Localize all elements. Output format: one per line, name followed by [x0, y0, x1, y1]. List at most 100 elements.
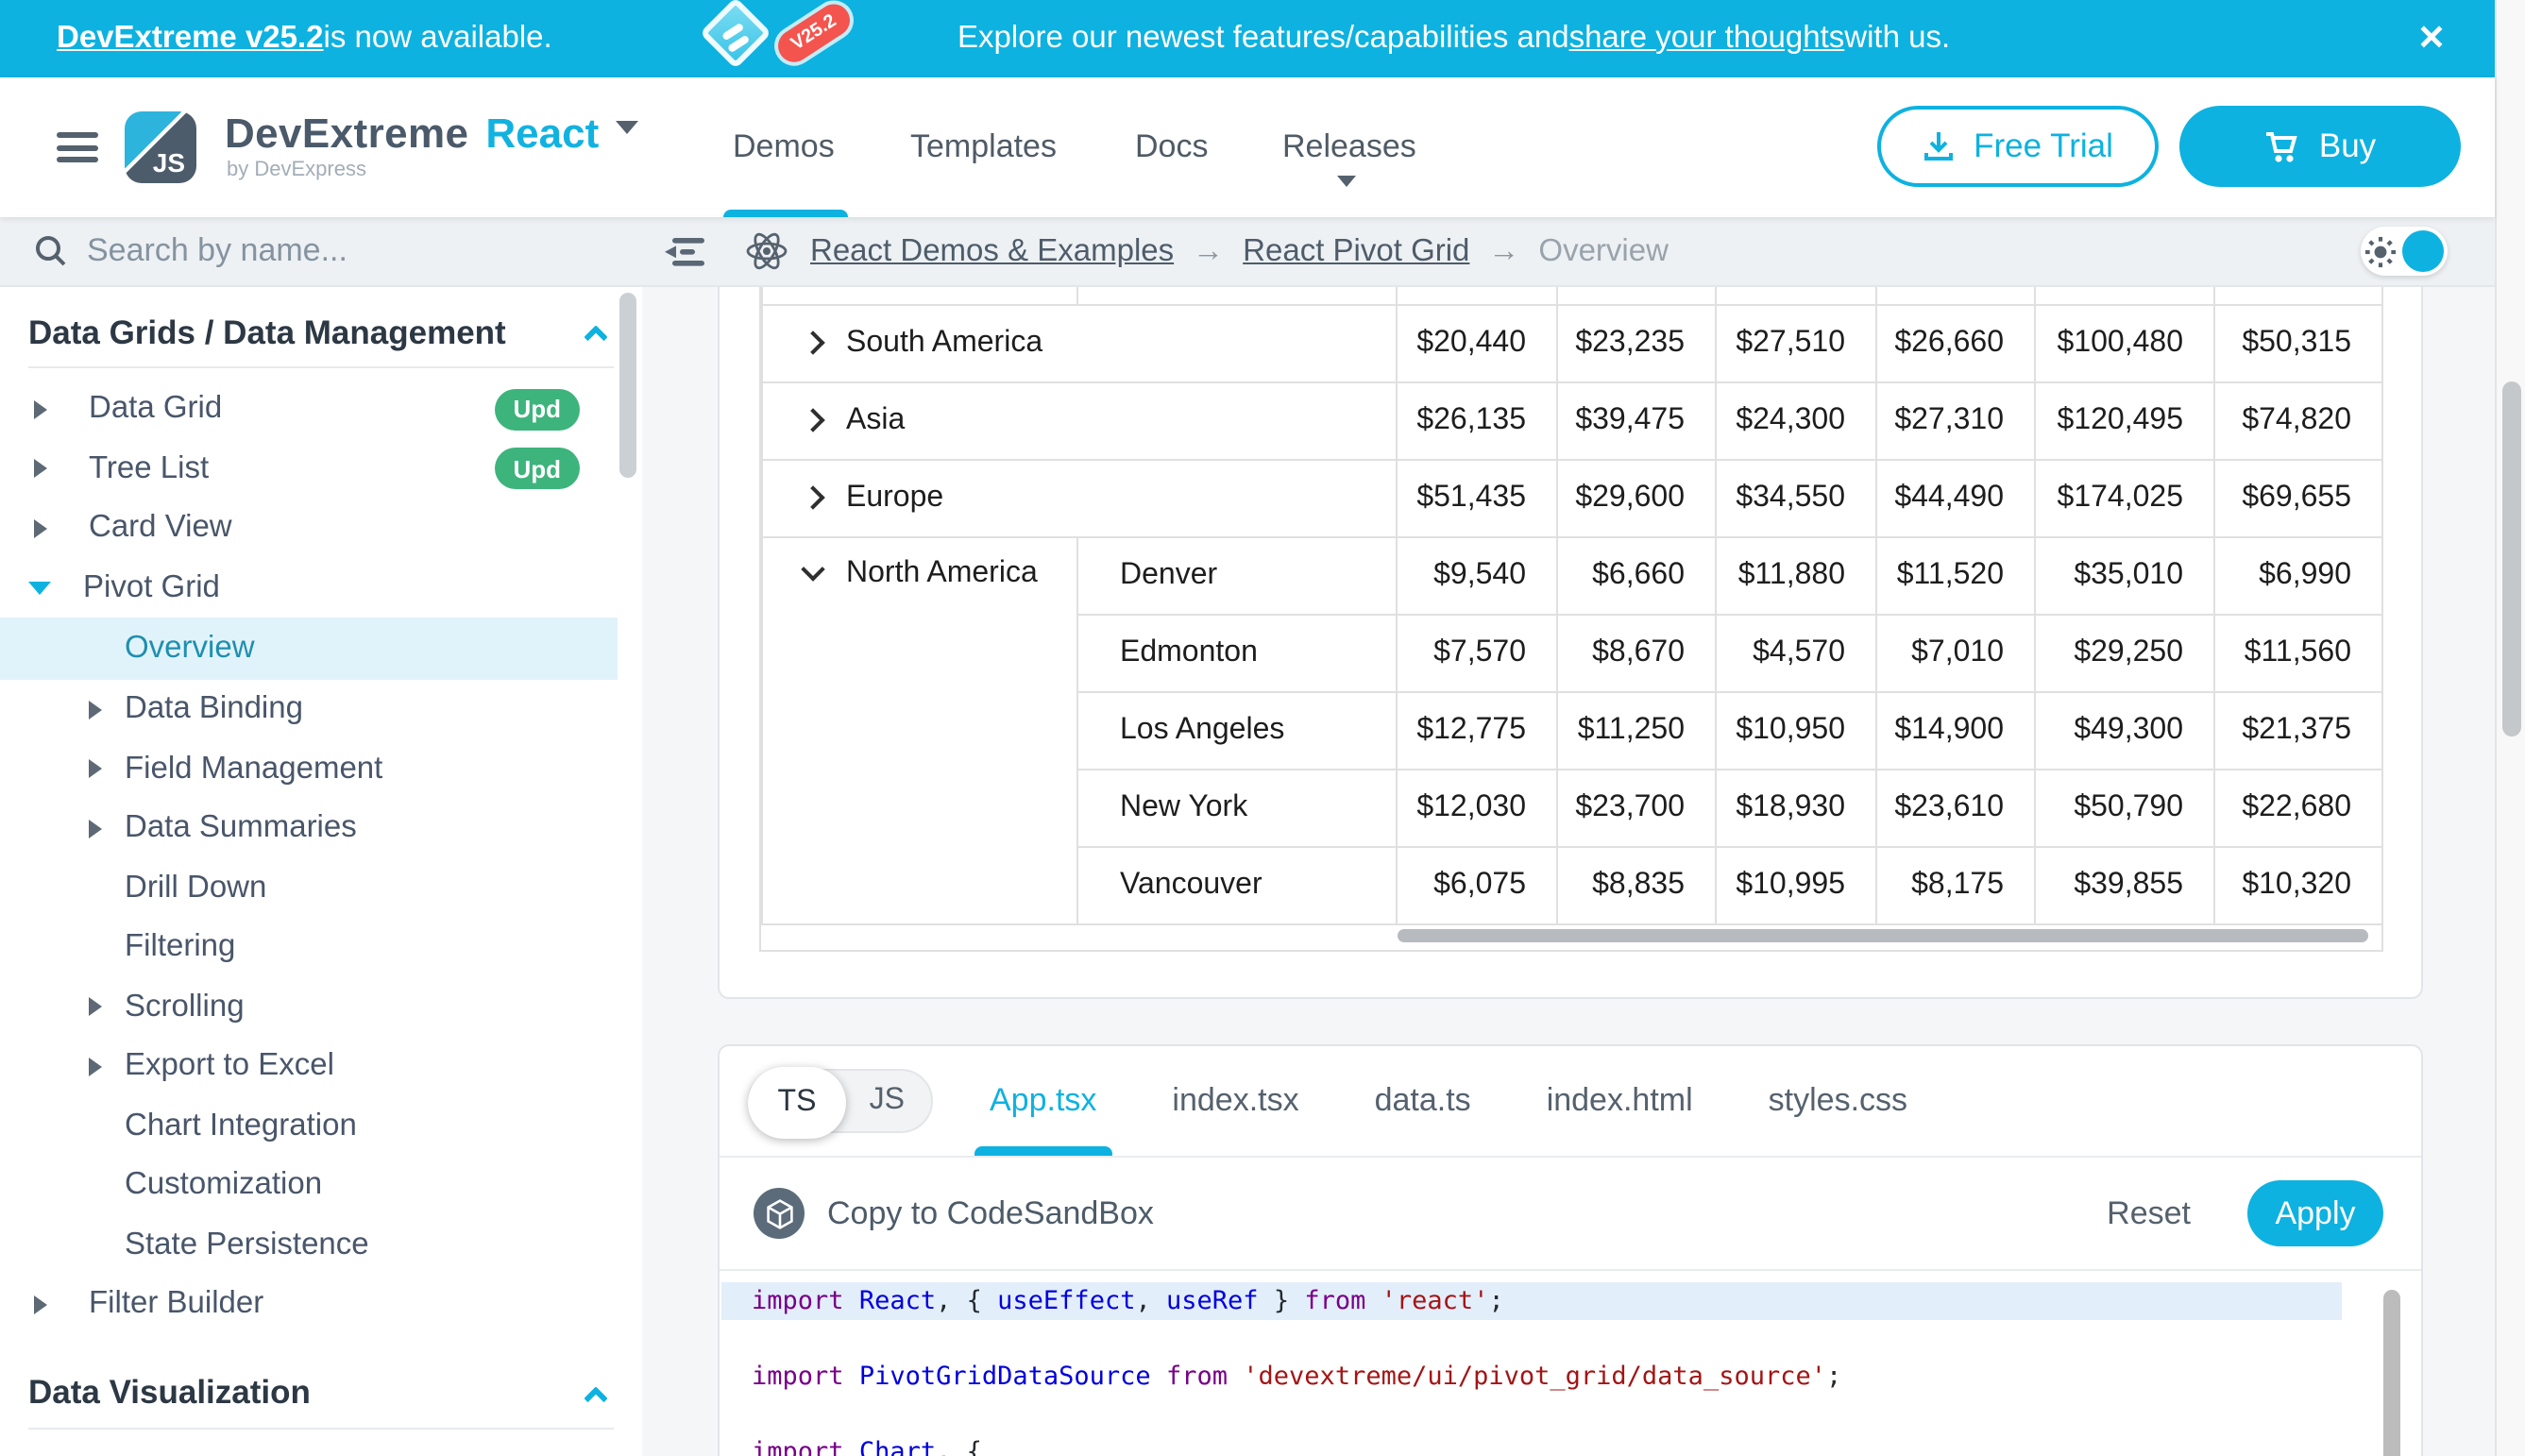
nav-demos[interactable]: Demos	[733, 77, 835, 217]
collapse-row-icon[interactable]	[801, 557, 824, 581]
code-line: import React, { useEffect, useRef } from…	[721, 1282, 2342, 1320]
expand-row-icon[interactable]	[801, 485, 824, 509]
search-input[interactable]	[87, 232, 540, 270]
theme-toggle[interactable]	[2361, 227, 2448, 276]
section-data-visualization[interactable]: Data Visualization	[0, 1359, 642, 1427]
section-data-grids[interactable]: Data Grids / Data Management	[0, 298, 642, 366]
sidebar-item-data-binding[interactable]: Data Binding	[0, 680, 642, 739]
sidebar-scrollbar[interactable]	[619, 293, 636, 478]
collapse-arrow-icon[interactable]	[28, 582, 51, 595]
cell: $51,435	[1397, 459, 1557, 536]
cell: $44,490	[1876, 459, 2035, 536]
active-nav-indicator	[723, 209, 848, 217]
row-header-south-america[interactable]: South America	[762, 304, 1397, 381]
cell: $11,560	[2214, 614, 2382, 691]
expand-arrow-icon[interactable]	[34, 1295, 47, 1314]
expand-arrow-icon[interactable]	[34, 400, 47, 419]
codesandbox-icon[interactable]	[754, 1188, 805, 1239]
cell: $20,440	[1397, 304, 1557, 381]
js-toggle-label[interactable]: JS	[870, 1084, 905, 1118]
expand-arrow-icon[interactable]	[34, 519, 47, 538]
nav-docs[interactable]: Docs	[1135, 77, 1208, 217]
sidebar-item-export-to-excel[interactable]: Export to Excel	[0, 1037, 642, 1096]
sidebar-item-overview[interactable]: Overview	[0, 618, 618, 680]
theme-toggle-knob[interactable]	[2402, 230, 2444, 272]
tab-data-ts[interactable]: data.ts	[1375, 1046, 1471, 1156]
share-thoughts-link[interactable]: share your thoughts	[1569, 21, 1845, 57]
scrollbar-thumb[interactable]	[2383, 1290, 2400, 1456]
pivot-row-south-america: South America $20,440 $23,235 $27,510 $2…	[762, 304, 2382, 381]
buy-button[interactable]: Buy	[2179, 106, 2461, 187]
cell: $74,820	[2214, 381, 2382, 459]
cell: $18,930	[1716, 769, 1876, 846]
scrollbar-thumb[interactable]	[2502, 381, 2521, 736]
sidebar-item-tree-list[interactable]: Tree ListUpd	[0, 439, 642, 499]
ts-toggle-knob[interactable]: TS	[748, 1067, 846, 1139]
copy-to-codesandbox-button[interactable]: Copy to CodeSandBox	[827, 1194, 1154, 1232]
sidebar-search[interactable]	[0, 217, 642, 287]
framework-selector[interactable]: React	[485, 110, 599, 157]
pivot-horizontal-scrollbar[interactable]	[761, 924, 2381, 949]
banner-version-link[interactable]: DevExtreme v25.2	[57, 21, 324, 57]
sidebar-item-field-management[interactable]: Field Management	[0, 739, 642, 799]
devextreme-js-logo[interactable]: JS	[125, 111, 196, 183]
hamburger-menu-icon[interactable]	[57, 132, 98, 162]
sidebar-item-chart-integration[interactable]: Chart Integration	[0, 1096, 642, 1156]
search-icon	[34, 234, 68, 268]
cell: $4,570	[1716, 614, 1876, 691]
apply-button[interactable]: Apply	[2247, 1180, 2383, 1246]
code-editor[interactable]: import React, { useEffect, useRef } from…	[720, 1271, 2421, 1456]
expand-arrow-icon[interactable]	[89, 998, 102, 1017]
sidebar-item-filter-builder[interactable]: Filter Builder	[0, 1275, 642, 1334]
code-editor-scrollbar[interactable]	[2383, 1278, 2400, 1456]
cell: $10,995	[1716, 846, 1876, 923]
version-badge: V25.2	[772, 0, 856, 68]
expand-arrow-icon[interactable]	[89, 701, 102, 720]
expand-arrow-icon[interactable]	[34, 460, 47, 479]
banner-close-icon[interactable]: ✕	[2417, 0, 2446, 77]
page-scrollbar[interactable]	[2495, 0, 2525, 1456]
tab-index-html[interactable]: index.html	[1547, 1046, 1693, 1156]
expand-row-icon[interactable]	[801, 408, 824, 432]
ts-js-toggle[interactable]: TS JS	[748, 1069, 933, 1133]
sidebar-item-state-persistence[interactable]: State Persistence	[0, 1215, 642, 1275]
sidebar-item-card-view[interactable]: Card View	[0, 499, 642, 558]
row-header-edmonton: Edmonton	[1077, 614, 1397, 691]
expand-arrow-icon[interactable]	[89, 820, 102, 838]
sidebar-item-filtering[interactable]: Filtering	[0, 918, 642, 977]
code-line: import PivotGridDataSource from 'devextr…	[721, 1358, 2342, 1396]
expand-row-icon[interactable]	[801, 330, 824, 354]
cell: $49,300	[2035, 691, 2214, 769]
divider	[28, 366, 614, 368]
expand-arrow-icon[interactable]	[89, 1058, 102, 1076]
cell: $12,030	[1397, 769, 1557, 846]
expand-arrow-icon[interactable]	[89, 760, 102, 779]
nav-templates[interactable]: Templates	[910, 77, 1057, 217]
sidebar-item-data-grid[interactable]: Data GridUpd	[0, 380, 642, 439]
sidebar-item-pivot-grid[interactable]: Pivot Grid	[0, 558, 642, 618]
breadcrumb-bar: React Demos & Examples → React Pivot Gri…	[642, 217, 2495, 287]
sidebar-item-drill-down[interactable]: Drill Down	[0, 858, 642, 918]
cell: $11,250	[1557, 691, 1716, 769]
brand-wordmark[interactable]: DevExtremeReact	[225, 110, 638, 159]
cell: $39,475	[1557, 381, 1716, 459]
scrollbar-thumb[interactable]	[1398, 928, 2368, 941]
code-tabs-row: TS JS App.tsx index.tsx data.ts index.ht…	[720, 1046, 2421, 1158]
sidebar-item-scrolling[interactable]: Scrolling	[0, 977, 642, 1037]
breadcrumb-demos-link[interactable]: React Demos & Examples	[810, 233, 1174, 269]
free-trial-button[interactable]: Free Trial	[1877, 106, 2159, 187]
row-header-north-america[interactable]: North America	[762, 536, 1077, 923]
cell: $10,320	[2214, 846, 2382, 923]
code-line: import Chart, {	[721, 1433, 2342, 1456]
code-lines: import React, { useEffect, useRef } from…	[721, 1282, 2342, 1456]
sidebar-item-customization[interactable]: Customization	[0, 1156, 642, 1215]
tab-styles-css[interactable]: styles.css	[1769, 1046, 1907, 1156]
tab-app-tsx[interactable]: App.tsx	[990, 1046, 1096, 1156]
reset-button[interactable]: Reset	[2107, 1194, 2191, 1232]
breadcrumb-pivot-grid-link[interactable]: React Pivot Grid	[1243, 233, 1469, 269]
row-header-asia[interactable]: Asia	[762, 381, 1397, 459]
tab-index-tsx[interactable]: index.tsx	[1172, 1046, 1298, 1156]
collapse-sidebar-icon[interactable]	[665, 237, 704, 265]
row-header-europe[interactable]: Europe	[762, 459, 1397, 536]
sidebar-item-data-summaries[interactable]: Data Summaries	[0, 799, 642, 858]
